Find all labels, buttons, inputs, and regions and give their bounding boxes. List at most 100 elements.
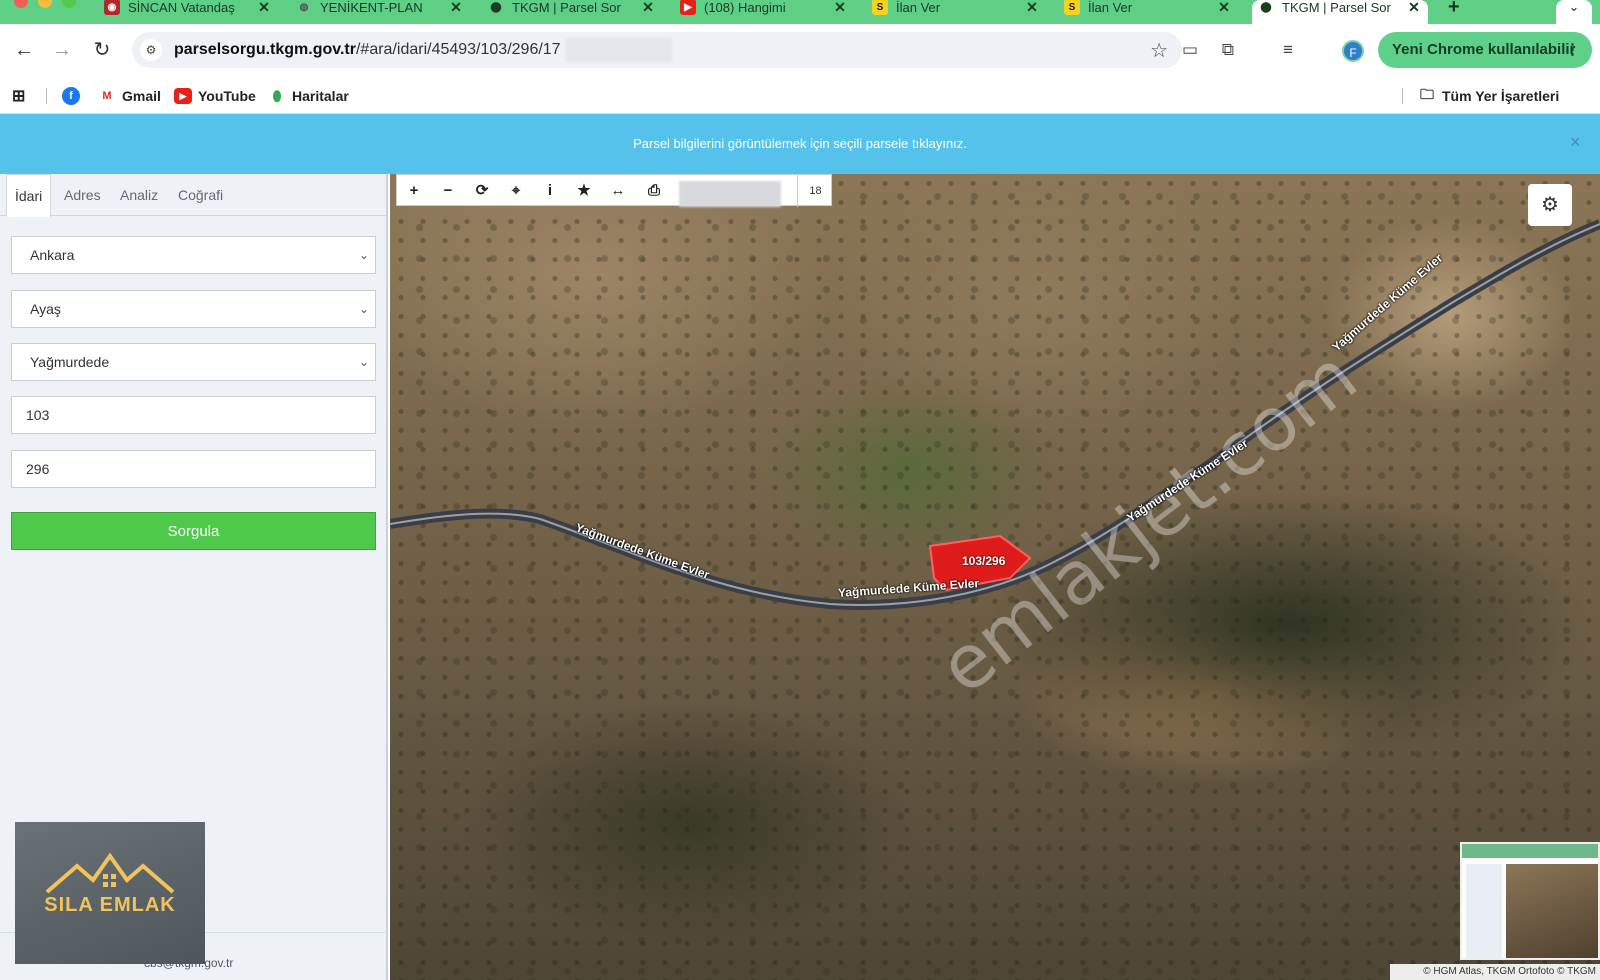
bookmark-gmail[interactable]: M Gmail [98, 86, 161, 106]
chevron-down-icon: ⌄ [358, 355, 369, 369]
neighborhood-value: Yağmurdede [30, 354, 110, 370]
sahibinden-favicon-icon: S [872, 0, 888, 15]
window-close-control[interactable] [14, 0, 28, 8]
tab-close-icon[interactable]: ✕ [640, 0, 656, 16]
gear-icon[interactable]: ⚙ [1528, 184, 1572, 226]
banner-close-icon[interactable]: × [1570, 132, 1581, 153]
apps-grid-icon[interactable]: ⊞ [12, 86, 25, 106]
gmail-icon: M [102, 90, 112, 102]
province-value: Ankara [30, 247, 75, 263]
info-icon[interactable]: i [533, 175, 567, 207]
block-value: 103 [26, 407, 50, 423]
bookmark-label: Gmail [122, 88, 161, 104]
sila-emlak-logo: SILA EMLAK [15, 822, 205, 964]
query-button[interactable]: Sorgula [11, 512, 376, 550]
parcel-input[interactable]: 296 [11, 450, 376, 488]
youtube-favicon-icon: ▶ [680, 0, 696, 15]
tab-title: SİNCAN Vatandaş [128, 0, 235, 15]
house-roof-icon [45, 852, 175, 894]
panel-tabs: İdari Adres Analiz Coğrafi [0, 174, 386, 217]
tab-title: TKGM | Parsel Sor [1282, 0, 1391, 15]
inset-sidebar [1466, 864, 1502, 958]
bookmark-separator [46, 88, 47, 104]
tab-adres[interactable]: Adres [56, 174, 109, 216]
url-text: parselsorgu.tkgm.gov.tr/#ara/idari/45493… [174, 41, 561, 59]
tab-analiz[interactable]: Analiz [112, 174, 166, 216]
facebook-icon: f [62, 87, 80, 105]
chrome-update-button[interactable]: Yeni Chrome kullanılabilir ⋮ [1378, 32, 1592, 68]
extensions-icon[interactable]: ⧉ [1216, 38, 1240, 62]
site-settings-icon[interactable]: ⚙ [140, 39, 162, 61]
browser-tab-active[interactable]: ⬤ TKGM | Parsel Sor ✕ [1252, 0, 1428, 24]
bookmark-star-icon[interactable]: ☆ [1150, 38, 1168, 63]
locate-icon[interactable]: ⌖ [499, 175, 533, 207]
bookmark-label: Haritalar [292, 88, 349, 104]
tab-idari[interactable]: İdari [6, 174, 52, 217]
all-bookmarks[interactable]: 🗀 Tüm Yer İşaretleri [1418, 86, 1559, 106]
bookmark-maps[interactable]: ⬮ Haritalar [268, 86, 349, 106]
media-controls-icon[interactable]: ≡ [1276, 38, 1300, 62]
tab-close-icon[interactable]: ✕ [256, 0, 272, 16]
parcel-label: 103/296 [962, 554, 1006, 568]
tab-title: (108) Hangimi [704, 0, 786, 15]
neighborhood-select[interactable]: Yağmurdede ⌄ [11, 343, 376, 381]
browser-tab-strip: ◉ SİNCAN Vatandaş ✕ ◍ YENİKENT-PLAN ✕ ⬤ … [0, 0, 1600, 24]
bookmark-label: YouTube [198, 88, 256, 104]
reading-mode-icon[interactable]: ▭ [1178, 38, 1202, 62]
zoom-out-icon[interactable]: − [431, 175, 465, 207]
refresh-icon[interactable]: ⟳ [465, 175, 499, 207]
browser-tab[interactable]: ◉ SİNCAN Vatandaş ✕ [98, 0, 278, 24]
star-icon[interactable]: ★ [567, 175, 601, 207]
zoom-in-icon[interactable]: + [397, 175, 431, 207]
banner-message: Parsel bilgilerini görüntülemek için seç… [633, 136, 967, 151]
map-pin-favicon-icon: ⬤ [490, 1, 502, 13]
tab-close-icon[interactable]: ✕ [832, 0, 848, 16]
redacted-area [566, 38, 672, 62]
address-bar[interactable]: ⚙ parselsorgu.tkgm.gov.tr/#ara/idari/454… [132, 32, 1182, 68]
zoom-level: 18 [797, 175, 833, 207]
tab-cografi[interactable]: Coğrafi [170, 174, 231, 216]
browser-tab[interactable]: ⬤ TKGM | Parsel Sor ✕ [482, 0, 662, 24]
inset-screenshot [1460, 842, 1600, 960]
window-maximize-control[interactable] [62, 0, 76, 8]
sincan-favicon-icon: ◉ [104, 0, 120, 15]
bookmarks-bar: ⊞ f M Gmail ▶ YouTube ⬮ Haritalar 🗀 Tüm … [0, 76, 1600, 114]
map-overlay [390, 219, 1600, 610]
bookmark-separator [1402, 88, 1403, 104]
facebook-bookmark[interactable]: f [62, 86, 86, 106]
map-attribution: © HGM Atlas, TKGM Ortofoto © TKGM [1390, 964, 1600, 980]
tab-close-icon[interactable]: ✕ [1024, 0, 1040, 16]
satellite-map[interactable]: emlakjet.com Yağmurdede Küme Evler Yağmu… [390, 174, 1600, 980]
all-bookmarks-label: Tüm Yer İşaretleri [1442, 88, 1560, 104]
new-tab-button[interactable]: + [1442, 0, 1482, 24]
youtube-icon: ▶ [174, 88, 192, 104]
tab-close-icon[interactable]: ✕ [448, 0, 464, 16]
reload-icon[interactable]: ↻ [90, 38, 114, 62]
menu-kebab-icon[interactable]: ⋮ [1565, 32, 1580, 68]
map-toolbar: + − ⟳ ⌖ i ★ ↔ ⎙ 18 [396, 174, 833, 207]
block-input[interactable]: 103 [11, 396, 376, 434]
window-minimize-control[interactable] [38, 0, 52, 8]
tab-search-button[interactable]: ⌄ [1556, 0, 1592, 24]
measure-icon[interactable]: ↔ [601, 175, 635, 207]
bookmark-youtube[interactable]: ▶ YouTube [174, 86, 256, 106]
tab-close-icon[interactable]: ✕ [1216, 0, 1232, 16]
forward-icon[interactable]: → [50, 38, 74, 62]
info-banner: Parsel bilgilerini görüntülemek için seç… [0, 114, 1600, 174]
tab-title: İlan Ver [1088, 0, 1133, 15]
chevron-down-icon: ⌄ [1568, 0, 1580, 14]
back-icon[interactable]: ← [12, 38, 36, 62]
tab-close-icon[interactable]: ✕ [1406, 0, 1422, 16]
browser-tab[interactable]: ◍ YENİKENT-PLAN ✕ [290, 0, 470, 24]
browser-tab[interactable]: ▶ (108) Hangimi ✕ [674, 0, 854, 24]
inset-map [1506, 864, 1598, 958]
chrome-update-label: Yeni Chrome kullanılabilir [1392, 41, 1576, 58]
district-select[interactable]: Ayaş ⌄ [11, 290, 376, 328]
profile-avatar[interactable]: F [1342, 40, 1364, 62]
folder-icon: 🗀 [1420, 86, 1434, 102]
browser-tab[interactable]: S İlan Ver ✕ [1058, 0, 1238, 24]
browser-tab[interactable]: S İlan Ver ✕ [866, 0, 1046, 24]
redacted-area [679, 181, 781, 207]
province-select[interactable]: Ankara ⌄ [11, 236, 376, 274]
print-icon[interactable]: ⎙ [637, 175, 671, 207]
